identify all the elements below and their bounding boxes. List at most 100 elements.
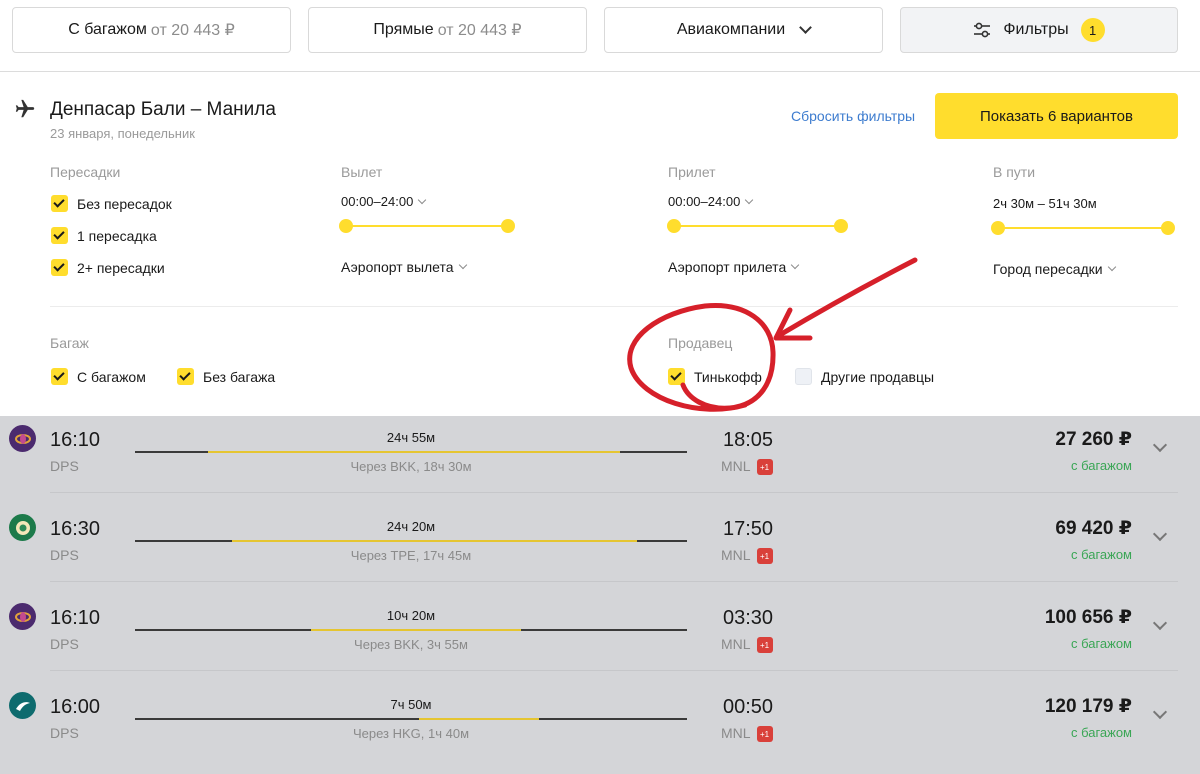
flight-duration: 7ч 50м [390, 697, 432, 712]
route-date: 23 января, понедельник [50, 126, 195, 141]
baggage-quick-filter-button[interactable]: С багажом от 20 443 ₽ [12, 7, 291, 53]
filters-count-badge: 1 [1080, 18, 1105, 42]
departure-airport-code: DPS [50, 458, 79, 474]
arrival-airport-code-text: MNL [721, 636, 751, 652]
checkbox-checked[interactable] [51, 368, 68, 385]
show-variants-button[interactable]: Показать 6 вариантов [935, 93, 1178, 139]
reset-filters-link[interactable]: Сбросить фильтры [791, 108, 915, 124]
arrival-airport-code-text: MNL [721, 725, 751, 741]
baggage-quick-filter-price: от 20 443 ₽ [150, 22, 235, 39]
chevron-down-icon[interactable] [1152, 704, 1168, 720]
seller-option-others[interactable]: Другие продавцы [795, 368, 934, 385]
transfers-option-one[interactable]: 1 пересадка [51, 227, 157, 244]
checkbox-label: Другие продавцы [821, 368, 935, 385]
airplane-icon [15, 99, 35, 118]
baggage-option-with[interactable]: С багажом [51, 368, 146, 385]
departure-time: 16:10 [50, 429, 101, 451]
filters-button[interactable]: Фильтры 1 [900, 7, 1178, 53]
slider-handle-start[interactable] [339, 219, 353, 233]
flight-duration: 10ч 20м [386, 608, 436, 623]
row-divider [50, 670, 1178, 671]
departure-time: 16:00 [50, 696, 101, 718]
next-day-badge: +1 [756, 637, 773, 654]
arrival-airport-code-text: MNL [721, 547, 751, 563]
slider-handle-end[interactable] [501, 219, 515, 233]
checkbox-checked[interactable] [51, 259, 68, 276]
layover-info: Через BKK, 18ч 30м [350, 459, 472, 474]
next-day-badge: +1 [756, 548, 773, 565]
departure-range-dropdown[interactable]: 00:00–24:00 [341, 194, 427, 209]
arrival-airport-dropdown[interactable]: Аэропорт прилета [668, 259, 800, 275]
chevron-down-icon [790, 260, 800, 270]
layover-info: Через TPE, 17ч 45м [350, 548, 472, 563]
seller-label: Продавец [668, 335, 733, 351]
arrival-time: 03:30 [723, 607, 774, 629]
seller-option-tinkoff[interactable]: Тинькофф [668, 368, 762, 385]
baggage-option-without[interactable]: Без багажа [177, 368, 275, 385]
direct-quick-filter-label: Прямые [373, 21, 434, 38]
arrival-airport-code-text: MNL [721, 458, 751, 474]
transfers-option-two-plus[interactable]: 2+ пересадки [51, 259, 165, 276]
row-divider [50, 492, 1178, 493]
slider-handle-start[interactable] [991, 221, 1005, 235]
flight-price: 120 179 ₽ [1044, 696, 1132, 717]
filters-button-label: Фильтры [1003, 21, 1069, 38]
baggage-included-label: с багажом [1070, 636, 1132, 651]
departure-airport-dropdown[interactable]: Аэропорт вылета [341, 259, 467, 275]
chevron-down-icon[interactable] [1152, 526, 1168, 542]
arrival-range-text: 00:00–24:00 [668, 194, 741, 209]
checkbox-checked[interactable] [51, 195, 68, 212]
filter-divider [50, 306, 1178, 307]
departure-slider[interactable] [339, 219, 515, 233]
route-title: Денпасар Бали – Манила [50, 99, 276, 120]
checkbox-unchecked[interactable] [795, 368, 812, 385]
checkbox-label: С багажом [77, 368, 146, 385]
checkbox-label: 1 пересадка [77, 227, 157, 244]
arrival-range-dropdown[interactable]: 00:00–24:00 [668, 194, 754, 209]
slider-handle-start[interactable] [667, 219, 681, 233]
cathay-pacific-logo-icon [9, 692, 36, 719]
departure-airport-code: DPS [50, 636, 79, 652]
chevron-down-icon[interactable] [1152, 437, 1168, 453]
checkbox-checked[interactable] [668, 368, 685, 385]
baggage-label: Багаж [50, 335, 89, 351]
results-list: 16:10 DPS 24ч 55м Через BKK, 18ч 30м 18:… [0, 416, 1200, 774]
departure-airport-code: DPS [50, 725, 79, 741]
checkbox-checked[interactable] [177, 368, 194, 385]
airlines-dropdown-button[interactable]: Авиакомпании [604, 7, 883, 53]
flight-duration: 24ч 55м [386, 430, 436, 445]
direct-quick-filter-price: от 20 443 ₽ [437, 22, 522, 39]
chevron-down-icon [418, 195, 427, 204]
thai-airways-logo-icon [9, 603, 36, 630]
slider-handle-end[interactable] [834, 219, 848, 233]
arrival-slider[interactable] [667, 219, 848, 233]
flight-row[interactable]: 16:00 DPS 7ч 50м Через HKG, 1ч 40м 00:50… [0, 683, 1200, 772]
transfers-option-nonstop[interactable]: Без пересадок [51, 195, 172, 212]
direct-quick-filter-button[interactable]: Прямые от 20 443 ₽ [308, 7, 587, 53]
chevron-down-icon[interactable] [1152, 615, 1168, 631]
transfer-city-dropdown[interactable]: Город пересадки [993, 261, 1116, 277]
baggage-included-label: с багажом [1070, 458, 1132, 473]
travel-time-slider[interactable] [991, 221, 1175, 235]
flight-price: 69 420 ₽ [1055, 518, 1132, 539]
annotation-circle [627, 302, 776, 412]
layover-segment [419, 718, 539, 720]
chevron-down-icon [799, 21, 813, 34]
layover-segment [208, 451, 620, 453]
layover-info: Через HKG, 1ч 40м [352, 726, 470, 741]
departure-label: Вылет [341, 164, 383, 180]
slider-handle-end[interactable] [1161, 221, 1175, 235]
chevron-down-icon [458, 260, 467, 270]
departure-airport-label: Аэропорт вылета [341, 259, 454, 275]
transfer-city-label: Город пересадки [993, 261, 1103, 277]
checkbox-checked[interactable] [51, 227, 68, 244]
flight-duration: 24ч 20м [386, 519, 436, 534]
travel-time-range: 2ч 30м – 51ч 30м [993, 196, 1097, 211]
route-timeline [135, 629, 687, 631]
departure-time: 16:10 [50, 607, 101, 629]
departure-time: 16:30 [50, 518, 101, 540]
thai-airways-logo-icon [9, 425, 36, 452]
chevron-down-icon [745, 195, 754, 204]
arrival-time: 18:05 [723, 429, 774, 451]
baggage-quick-filter-label: С багажом [68, 21, 147, 38]
